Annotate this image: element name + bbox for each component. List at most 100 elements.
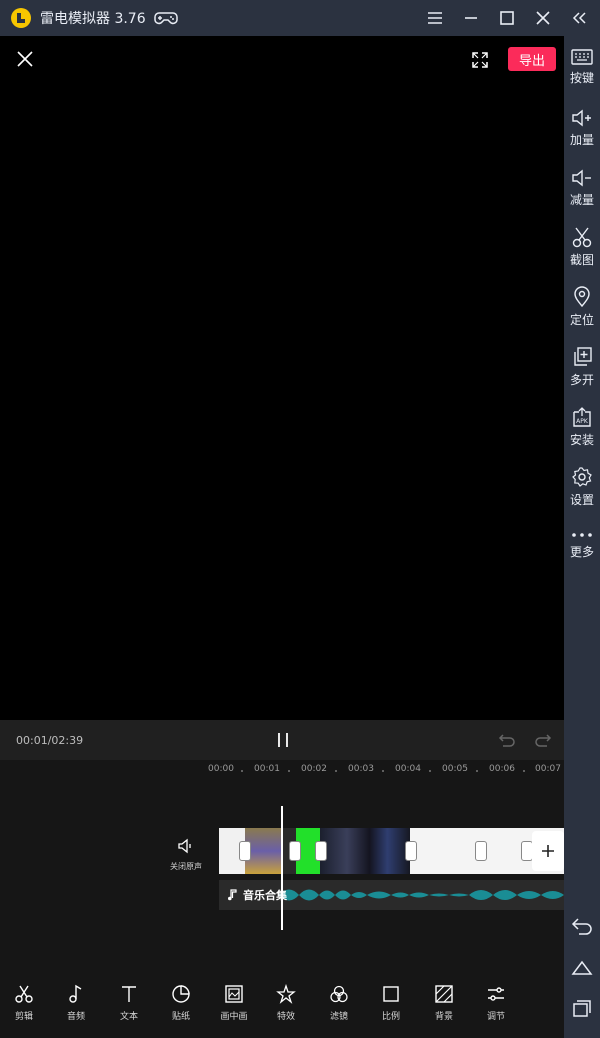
sidebar-item-volume-up[interactable]: 加量 [564, 108, 600, 148]
screenshot-scissors-icon [572, 227, 592, 248]
transition-handle[interactable] [289, 841, 301, 861]
tool-filter[interactable]: 滤镜 [319, 984, 359, 1022]
recent-apps-icon [573, 1000, 591, 1017]
sidebar-label: 更多 [569, 545, 594, 559]
menu-icon[interactable] [424, 7, 446, 29]
add-clip-button[interactable] [532, 831, 564, 871]
sidebar-item-location[interactable]: 定位 [564, 286, 600, 328]
filter-icon [330, 985, 348, 1003]
transition-handle[interactable] [315, 841, 327, 861]
transition-handle[interactable] [475, 841, 487, 861]
picture-in-picture-icon [225, 985, 243, 1003]
tool-ratio[interactable]: 比例 [371, 984, 411, 1022]
pause-icon[interactable] [275, 731, 291, 749]
sidebar-item-install[interactable]: APK 安装 [564, 406, 600, 448]
bottom-toolbar: 剪辑 音频 文本 贴纸 画中画 特效 滤镜 比例 背景 调节 [0, 970, 564, 1038]
mute-original-button[interactable]: 关闭原声 [166, 838, 206, 872]
more-dots-icon [572, 533, 592, 537]
recent-apps-button[interactable] [564, 998, 600, 1018]
tool-adjust[interactable]: 调节 [476, 984, 516, 1022]
redo-icon[interactable] [534, 731, 552, 749]
back-button[interactable] [564, 916, 600, 936]
close-icon[interactable] [16, 50, 34, 68]
sidebar-item-keys[interactable]: 按键 [564, 48, 600, 86]
tool-edit[interactable]: 剪辑 [4, 984, 44, 1022]
sidebar-label: 按键 [569, 71, 594, 85]
volume-up-icon [572, 109, 591, 127]
tool-audio[interactable]: 音频 [56, 984, 96, 1022]
home-icon [571, 960, 593, 975]
sidebar-item-settings[interactable]: 设置 [564, 466, 600, 508]
effects-star-icon [276, 984, 296, 1004]
sidebar-label: 安装 [569, 433, 594, 447]
tool-sticker[interactable]: 贴纸 [161, 984, 201, 1022]
playhead[interactable] [281, 806, 283, 930]
multi-instance-icon [574, 347, 592, 366]
maximize-icon[interactable] [496, 7, 518, 29]
tool-label: 画中画 [220, 1012, 248, 1022]
clip-frame [320, 828, 410, 874]
close-window-icon[interactable] [532, 7, 554, 29]
volume-down-icon [572, 169, 591, 187]
music-note-icon [228, 889, 237, 901]
tool-text[interactable]: 文本 [109, 984, 149, 1022]
sidebar-item-more[interactable]: 更多 [564, 530, 600, 560]
time-tick: 00:07 [535, 764, 561, 774]
time-tick: 00:01 [254, 764, 280, 774]
time-ruler: 00:00 00:01 00:02 00:03 00:04 00:05 00:0… [0, 760, 564, 780]
timeline[interactable]: 00:00 00:01 00:02 00:03 00:04 00:05 00:0… [0, 760, 564, 970]
transition-handle[interactable] [239, 841, 251, 861]
text-icon [122, 986, 136, 1002]
sidebar-label: 截图 [569, 253, 594, 267]
sidebar-label: 定位 [569, 313, 594, 327]
svg-text:APK: APK [576, 418, 589, 425]
home-button[interactable] [564, 958, 600, 978]
transition-handle[interactable] [405, 841, 417, 861]
tool-effects[interactable]: 特效 [266, 984, 306, 1022]
gamepad-icon[interactable] [153, 10, 178, 26]
back-icon [571, 918, 592, 935]
speaker-icon [178, 838, 191, 854]
location-pin-icon [574, 286, 590, 308]
sidebar-item-screenshot[interactable]: 截图 [564, 226, 600, 268]
scissors-icon [15, 985, 33, 1003]
keyboard-icon [571, 49, 593, 65]
fullscreen-icon[interactable] [470, 50, 490, 70]
time-tick: 00:03 [348, 764, 374, 774]
sidebar-label: 加量 [569, 133, 594, 147]
tool-background[interactable]: 背景 [424, 984, 464, 1022]
minimize-icon[interactable] [460, 7, 482, 29]
audio-clip-label: 音乐合集 [227, 887, 287, 903]
tool-label: 滤镜 [329, 1012, 348, 1022]
mute-label: 关闭原声 [170, 862, 202, 871]
sidebar-item-volume-down[interactable]: 减量 [564, 168, 600, 208]
sticker-icon [172, 985, 190, 1003]
adjust-icon [488, 987, 504, 1001]
time-tick: 00:00 [208, 764, 234, 774]
background-icon [435, 985, 453, 1003]
app-logo-icon [10, 7, 32, 29]
gear-icon [572, 467, 592, 487]
video-track[interactable] [219, 828, 564, 874]
window-title: 雷电模拟器 3.76 [40, 11, 146, 27]
tool-label: 音频 [66, 1012, 85, 1022]
video-preview[interactable]: 导出 [0, 36, 564, 720]
sidebar-label: 多开 [569, 373, 594, 387]
audio-track[interactable]: 音乐合集 [219, 880, 564, 910]
tool-label: 文本 [119, 1012, 138, 1022]
time-tick: 00:05 [442, 764, 468, 774]
time-tick: 00:06 [489, 764, 515, 774]
tool-label: 背景 [434, 1012, 453, 1022]
sidebar-label: 设置 [569, 493, 594, 507]
tool-label: 比例 [381, 1012, 400, 1022]
undo-icon[interactable] [498, 731, 516, 749]
tool-label: 特效 [276, 1012, 295, 1022]
sidebar-item-multi[interactable]: 多开 [564, 346, 600, 388]
emulator-sidebar: 按键 加量 减量 截图 定位 多开 APK 安装 设置 更多 [564, 36, 600, 1038]
tool-pip[interactable]: 画中画 [214, 984, 254, 1022]
plus-icon [542, 845, 554, 857]
export-button[interactable]: 导出 [508, 47, 556, 71]
time-tick: 00:04 [395, 764, 421, 774]
collapse-sidebar-icon[interactable] [568, 7, 590, 29]
playback-bar: 00:01/02:39 [0, 720, 564, 760]
